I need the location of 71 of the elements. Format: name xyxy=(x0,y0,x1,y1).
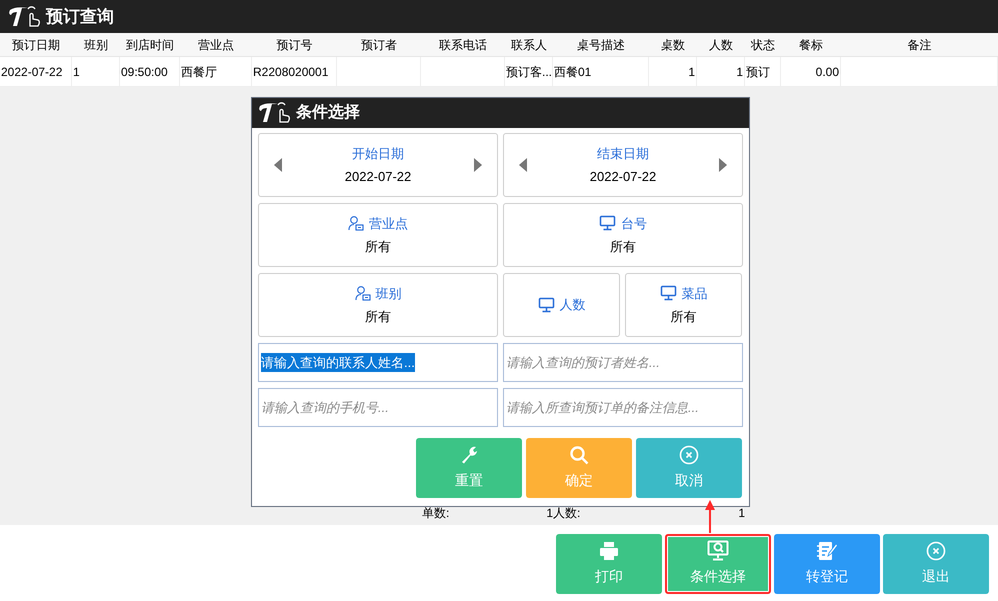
table-cell: 0.00 xyxy=(781,57,841,86)
filter-card[interactable]: 结束日期 2022-07-22 xyxy=(503,133,743,197)
filter-label: 班别 xyxy=(376,284,402,302)
filter-label: 台号 xyxy=(621,214,647,232)
table-row[interactable]: 2022-07-22 1 09:50:00 西餐厅 R2208020001 预订客... 西餐01 1 1 预订 0.00 xyxy=(0,57,998,87)
logo-icon xyxy=(258,102,292,124)
column-header[interactable]: 到店时间 xyxy=(120,33,180,56)
dialog-title: 条件选择 xyxy=(296,102,360,123)
close-icon xyxy=(679,445,699,465)
column-header[interactable]: 餐标 xyxy=(781,33,841,56)
table-cell: 西餐厅 xyxy=(180,57,252,86)
column-header[interactable]: 人数 xyxy=(697,33,745,56)
summary-value: 1 xyxy=(545,505,553,522)
table-cell: 2022-07-22 xyxy=(0,57,72,86)
monitor-icon xyxy=(599,215,616,232)
logo-icon xyxy=(8,6,42,28)
monitor-search-icon xyxy=(707,540,729,561)
table-cell: 预订客... xyxy=(505,57,553,86)
filter-card[interactable]: 人数 xyxy=(503,273,620,337)
filter-card[interactable]: 台号 所有 xyxy=(503,203,743,267)
table-cell: 1 xyxy=(72,57,120,86)
column-header[interactable]: 预订日期 xyxy=(0,33,72,56)
next-arrow-icon[interactable] xyxy=(474,158,482,172)
column-header[interactable]: 桌数 xyxy=(649,33,697,56)
column-header[interactable]: 联系电话 xyxy=(421,33,505,56)
table-cell: 1 xyxy=(649,57,697,86)
next-arrow-icon[interactable] xyxy=(719,158,727,172)
column-header[interactable]: 桌号描述 xyxy=(553,33,649,56)
filter-value: 所有 xyxy=(365,238,391,256)
filter-value: 所有 xyxy=(365,308,391,326)
filter-label: 开始日期 xyxy=(352,144,404,162)
filter-value: 所有 xyxy=(610,238,636,256)
monitor-icon xyxy=(538,297,554,313)
filter-value: 所有 xyxy=(670,308,696,326)
filter-value: 2022-07-22 xyxy=(344,168,412,186)
summary-value: 1 xyxy=(737,505,745,522)
close-icon xyxy=(926,540,946,560)
column-header[interactable]: 班别 xyxy=(72,33,120,56)
table-cell: R2208020001 xyxy=(252,57,337,86)
filter-value: 2022-07-22 xyxy=(590,168,656,186)
column-header[interactable]: 备注 xyxy=(841,33,998,56)
annotation-arrow xyxy=(704,500,716,533)
table-cell: 09:50:00 xyxy=(120,57,180,86)
filter-label: 人数 xyxy=(560,296,586,314)
filter-card[interactable]: 开始日期 2022-07-22 xyxy=(258,133,498,197)
column-header[interactable]: 预订号 xyxy=(252,33,337,56)
column-header[interactable]: 预订者 xyxy=(337,33,421,56)
summary-label: 单数: xyxy=(422,505,450,522)
filter-label: 菜品 xyxy=(682,284,708,302)
filter-card[interactable]: 营业点 所有 xyxy=(258,203,498,267)
window-title: 预订查询 xyxy=(46,6,114,28)
column-header[interactable]: 联系人 xyxy=(505,33,553,56)
table-cell: 预订 xyxy=(745,57,781,86)
search-icon xyxy=(569,445,589,465)
column-header[interactable]: 营业点 xyxy=(180,33,252,56)
column-header[interactable]: 状态 xyxy=(745,33,781,56)
notebook-pen-icon xyxy=(816,540,838,560)
filter-card[interactable]: 班别 所有 xyxy=(258,273,498,337)
table-cell: 西餐01 xyxy=(553,57,649,86)
previous-arrow-icon[interactable] xyxy=(274,158,282,172)
summary-label: 人数: xyxy=(553,505,582,522)
printer-icon xyxy=(599,540,619,560)
filter-card[interactable]: 菜品 所有 xyxy=(625,273,742,337)
input-field[interactable]: 请输入查询的联系人姓名... xyxy=(258,343,498,382)
person-card-icon xyxy=(348,215,364,232)
filter-label: 结束日期 xyxy=(597,144,649,162)
filter-label: 营业点 xyxy=(369,214,408,232)
monitor-icon xyxy=(660,285,676,302)
person-card-icon xyxy=(354,285,370,302)
previous-arrow-icon[interactable] xyxy=(519,158,527,172)
table-cell: 1 xyxy=(697,57,745,86)
